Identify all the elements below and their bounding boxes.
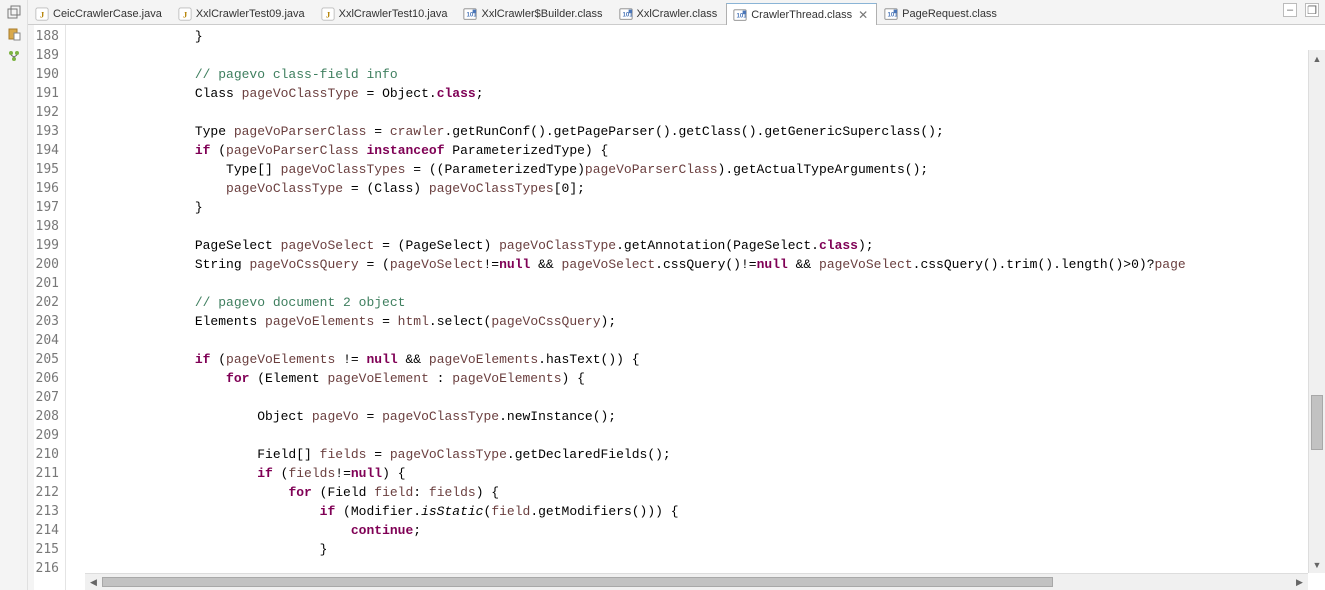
code-line: // pagevo document 2 object xyxy=(70,293,1325,312)
tab-label: PageRequest.class xyxy=(902,8,997,20)
restore-view-icon[interactable]: ❐ xyxy=(1305,3,1319,17)
tab-label: CeicCrawlerCase.java xyxy=(53,8,162,20)
tab-xxlcrawler-builder-class[interactable]: 101 XxlCrawler$Builder.class xyxy=(456,2,611,24)
class-file-icon: 101 xyxy=(733,8,747,22)
tab-xxlcrawlertest09-java[interactable]: J XxlCrawlerTest09.java xyxy=(171,2,314,24)
code-line: Class pageVoClassType = Object.class; xyxy=(70,84,1325,103)
code-line xyxy=(70,46,1325,65)
source-code[interactable]: } // pagevo class-field info Class pageV… xyxy=(66,25,1325,590)
class-file-icon: 101 xyxy=(884,7,898,21)
tab-label: XxlCrawler$Builder.class xyxy=(481,8,602,20)
minimize-view-icon[interactable]: – xyxy=(1283,3,1297,17)
editor-tab-bar: J CeicCrawlerCase.java J XxlCrawlerTest09.j… xyxy=(28,0,1325,25)
tab-crawlerthread-class[interactable]: 101 CrawlerThread.class ✕ xyxy=(726,3,877,25)
editor-area: 1881891901911921931941951961971981992002… xyxy=(28,25,1325,590)
tab-ceiccrawlercase-java[interactable]: J CeicCrawlerCase.java xyxy=(28,2,171,24)
tab-pagerequest-class[interactable]: 101 PageRequest.class xyxy=(877,2,1006,24)
close-icon[interactable]: ✕ xyxy=(858,8,868,22)
java-file-icon: J xyxy=(35,7,49,21)
code-line: Type[] pageVoClassTypes = ((Parameterize… xyxy=(70,160,1325,179)
java-file-icon: J xyxy=(321,7,335,21)
scroll-right-arrow[interactable]: ▶ xyxy=(1291,574,1308,590)
java-file-icon: J xyxy=(178,7,192,21)
code-line: } xyxy=(70,198,1325,217)
code-line: for (Element pageVoElement : pageVoEleme… xyxy=(70,369,1325,388)
code-line: for (Field field: fields) { xyxy=(70,483,1325,502)
code-line: Elements pageVoElements = html.select(pa… xyxy=(70,312,1325,331)
scroll-left-arrow[interactable]: ◀ xyxy=(85,574,102,590)
tab-label: CrawlerThread.class xyxy=(751,9,852,21)
code-line: // pagevo class-field info xyxy=(70,65,1325,84)
left-toolbar xyxy=(0,0,28,590)
toolbar-hierarchy-icon[interactable] xyxy=(6,48,22,64)
class-file-icon: 101 xyxy=(619,7,633,21)
code-line xyxy=(70,388,1325,407)
tab-label: XxlCrawler.class xyxy=(637,8,718,20)
code-line: Type pageVoParserClass = crawler.getRunC… xyxy=(70,122,1325,141)
code-line: if (fields!=null) { xyxy=(70,464,1325,483)
code-line: if (Modifier.isStatic(field.getModifiers… xyxy=(70,502,1325,521)
tab-label: XxlCrawlerTest10.java xyxy=(339,8,448,20)
scroll-thumb-horizontal[interactable] xyxy=(102,577,1053,587)
code-line: Object pageVo = pageVoClassType.newInsta… xyxy=(70,407,1325,426)
svg-text:J: J xyxy=(325,9,330,19)
code-line: String pageVoCssQuery = (pageVoSelect!=n… xyxy=(70,255,1325,274)
scroll-up-arrow[interactable]: ▲ xyxy=(1309,50,1325,67)
code-line: Field[] fields = pageVoClassType.getDecl… xyxy=(70,445,1325,464)
code-line xyxy=(70,274,1325,293)
svg-text:J: J xyxy=(40,9,45,19)
code-line: } xyxy=(70,540,1325,559)
code-line xyxy=(70,426,1325,445)
code-line xyxy=(70,331,1325,350)
code-line: if (pageVoElements != null && pageVoElem… xyxy=(70,350,1325,369)
horizontal-scrollbar[interactable]: ◀ ▶ xyxy=(85,573,1308,590)
code-line xyxy=(70,103,1325,122)
line-number-gutter: 1881891901911921931941951961971981992002… xyxy=(28,25,66,590)
toolbar-restore-icon[interactable] xyxy=(6,4,22,20)
code-line: pageVoClassType = (Class) pageVoClassTyp… xyxy=(70,179,1325,198)
code-line: } xyxy=(70,27,1325,46)
scroll-thumb-vertical[interactable] xyxy=(1311,395,1323,450)
svg-text:J: J xyxy=(183,9,188,19)
code-line xyxy=(70,217,1325,236)
class-file-icon: 101 xyxy=(463,7,477,21)
code-line: continue; xyxy=(70,521,1325,540)
code-line: if (pageVoParserClass instanceof Paramet… xyxy=(70,141,1325,160)
code-line: PageSelect pageVoSelect = (PageSelect) p… xyxy=(70,236,1325,255)
tab-xxlcrawler-class[interactable]: 101 XxlCrawler.class xyxy=(612,2,727,24)
toolbar-paste-icon[interactable] xyxy=(6,26,22,42)
vertical-scrollbar[interactable]: ▲ ▼ xyxy=(1308,50,1325,573)
tab-xxlcrawlertest10-java[interactable]: J XxlCrawlerTest10.java xyxy=(314,2,457,24)
scroll-down-arrow[interactable]: ▼ xyxy=(1309,556,1325,573)
tab-label: XxlCrawlerTest09.java xyxy=(196,8,305,20)
